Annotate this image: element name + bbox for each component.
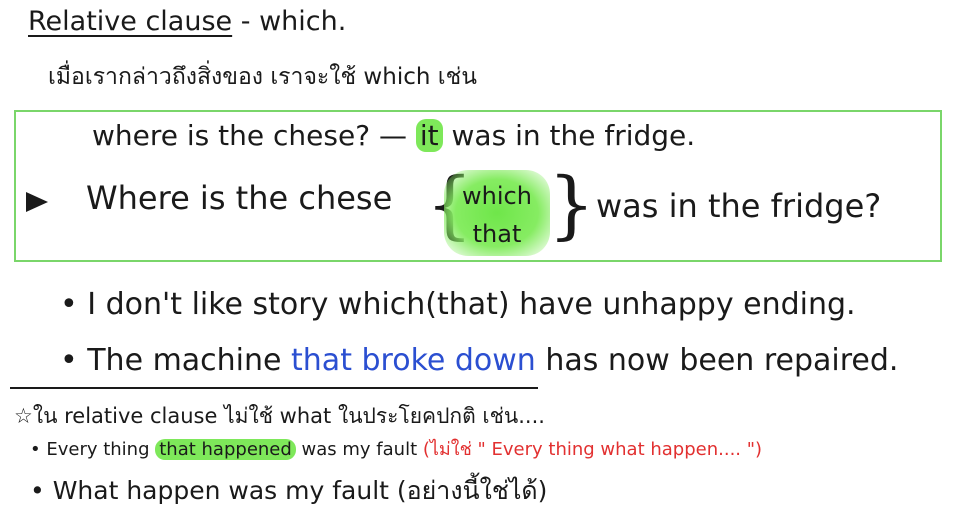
pointer-arrow-icon [26, 192, 48, 212]
highlight-it: it [415, 119, 443, 152]
bullet-machine: • The machine that broke down has now be… [60, 346, 898, 376]
section-divider [10, 387, 538, 389]
note-line: ☆ใน relative clause ไม่ใช้ what ในประโยค… [14, 404, 545, 428]
example-everything-middle: was my fault [295, 439, 423, 460]
example-everything-red: (ไม่ใช่ " Every thing what happen.... ") [422, 439, 763, 460]
example-line-2-after: was in the fridge? [596, 187, 882, 225]
highlight-that-happened: that happened [155, 439, 296, 460]
example-line-1-after: was in the fridge. [442, 119, 696, 152]
bullet-machine-before: • The machine [60, 343, 292, 378]
bullet-machine-after: has now been repaired. [535, 343, 899, 378]
page-title: Relative clause - which. [28, 8, 346, 35]
example-everything-before: • Every thing [30, 439, 156, 460]
title-underlined: Relative clause [28, 6, 233, 37]
example-line-1: where is the chese? — it was in the frid… [92, 119, 696, 152]
alt-that: that [472, 220, 522, 248]
example-line-1-before: where is the chese? — [92, 119, 416, 152]
intro-thai-text: เมื่อเรากล่าวถึงสิ่งของ เราจะใช้ which เ… [48, 64, 477, 90]
example-line-2-before: Where is the chese [86, 179, 393, 217]
example-what-happen: • What happen was my fault (อย่างนี้ใช่ไ… [30, 476, 548, 505]
title-rest: - which. [232, 6, 347, 37]
example-everything: • Every thing that happened was my fault… [30, 439, 763, 460]
right-brace-icon: } [548, 162, 596, 248]
alt-which: which [462, 182, 532, 210]
bullet-machine-blue: that broke down [291, 343, 536, 378]
bullet-story: • I don't like story which(that) have un… [60, 287, 856, 322]
